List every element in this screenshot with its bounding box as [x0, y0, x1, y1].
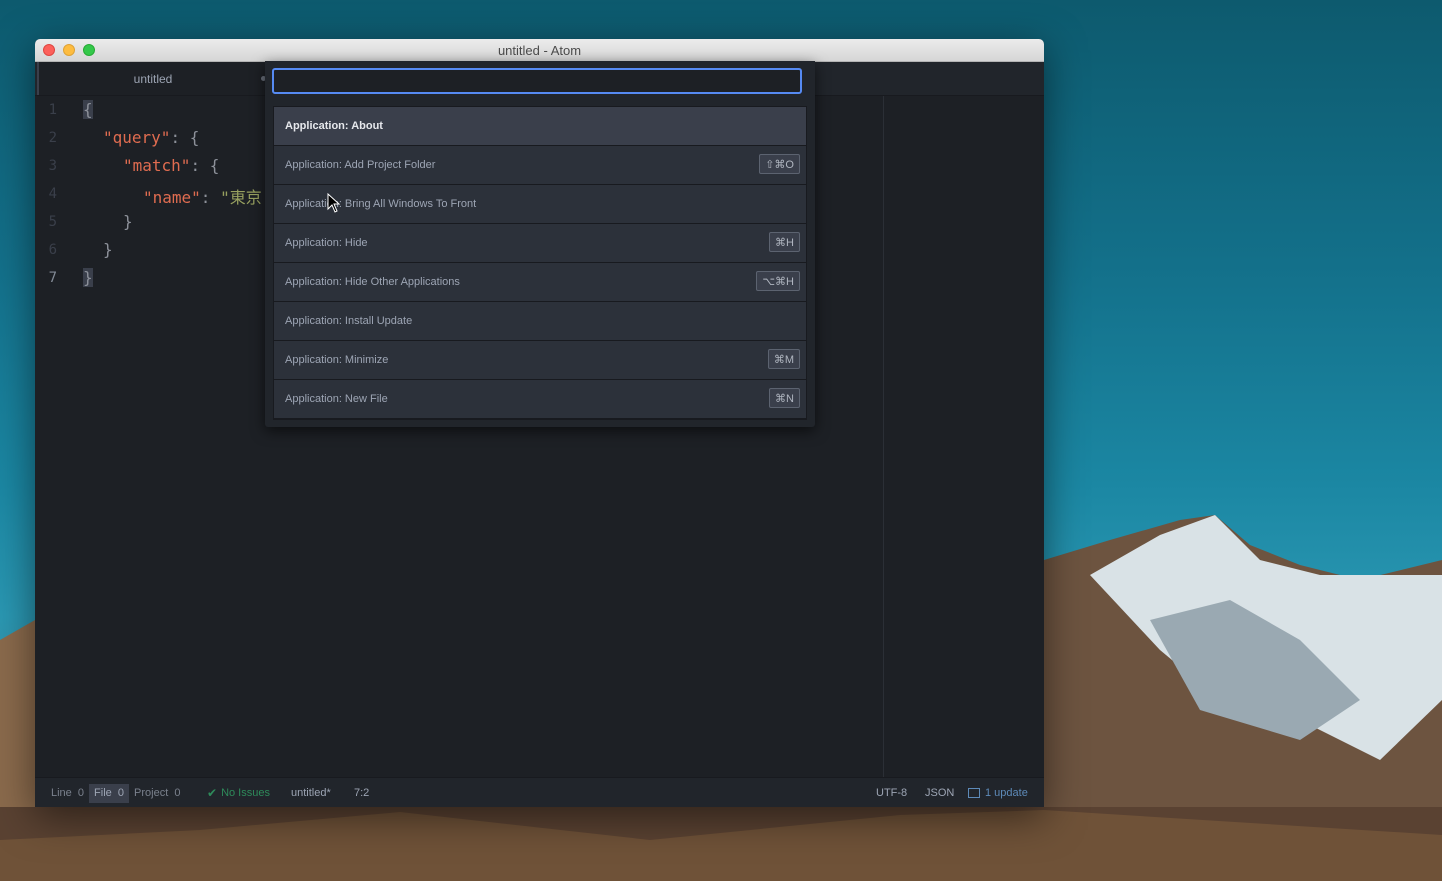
lint-status[interactable]: ✔ No Issues	[207, 778, 270, 807]
keybinding: ⌥⌘H	[756, 271, 800, 291]
line-number: 2	[48, 130, 57, 146]
code-line: }	[103, 240, 113, 259]
linter-counts: Line 0 File 0 Project 0	[46, 778, 186, 807]
line-number: 3	[48, 158, 57, 174]
project-count: 0	[174, 787, 181, 799]
command-label: Application: New File	[285, 393, 388, 405]
command-palette-search-input[interactable]	[272, 68, 802, 94]
json-key: "name"	[143, 188, 201, 207]
json-string: "東京	[220, 188, 262, 207]
linter-file-count[interactable]: File 0	[89, 783, 130, 803]
package-updates[interactable]: 1 update	[968, 778, 1028, 807]
punctuation: }	[103, 240, 113, 259]
json-key: "query"	[103, 128, 171, 147]
command-item[interactable]: Application: Install Update	[274, 302, 806, 341]
command-palette: Application: About Application: Add Proj…	[265, 61, 815, 427]
open-brace: {	[83, 100, 93, 119]
keybinding: ⌘M	[767, 349, 800, 369]
wrap-guide	[883, 96, 884, 777]
line-number: 5	[48, 214, 57, 230]
command-label: Application: Bring All Windows To Front	[285, 198, 477, 210]
zoom-window-button[interactable]	[83, 44, 95, 56]
line-number: 1	[48, 102, 57, 118]
title-bar[interactable]: untitled - Atom	[35, 39, 1044, 62]
keybinding: ⌘N	[769, 388, 800, 408]
tab-title: untitled	[133, 71, 173, 86]
mouse-pointer-icon	[327, 193, 341, 213]
cursor-position[interactable]: 7:2	[354, 778, 369, 807]
encoding[interactable]: UTF-8	[876, 778, 907, 807]
code-line: }	[83, 268, 93, 287]
file-count: 0	[117, 787, 125, 799]
command-label: Application: Install Update	[285, 315, 413, 327]
command-item[interactable]: Application: Bring All Windows To Front	[274, 185, 806, 224]
punctuation: : {	[190, 156, 220, 175]
close-window-button[interactable]	[43, 44, 55, 56]
command-item[interactable]: Application: Minimize ⌘M	[274, 341, 806, 380]
command-item[interactable]: Application: Add Project Folder ⇧⌘O	[274, 146, 806, 185]
status-bar: Line 0 File 0 Project 0 ✔ No Issues unti…	[35, 777, 1044, 807]
code-line: }	[123, 212, 133, 231]
json-key: "match"	[123, 156, 191, 175]
close-brace: }	[83, 268, 93, 287]
updates-text: 1 update	[985, 787, 1028, 799]
punctuation: :	[200, 188, 221, 207]
code-line: "query": {	[103, 128, 199, 147]
package-icon	[968, 788, 980, 798]
command-label: Application: Hide	[285, 237, 368, 249]
line-number: 6	[48, 242, 57, 258]
check-icon: ✔	[207, 786, 218, 800]
command-item[interactable]: Application: About	[274, 107, 806, 146]
command-label: Application: Add Project Folder	[285, 159, 436, 171]
command-item[interactable]: Application: Hide ⌘H	[274, 224, 806, 263]
keybinding: ⌘H	[769, 232, 800, 252]
command-item[interactable]: Application: New File ⌘N	[274, 380, 806, 419]
line-number: 4	[48, 186, 57, 202]
keybinding: ⇧⌘O	[759, 154, 800, 174]
code-line: {	[83, 100, 93, 119]
project-label: Project	[134, 787, 169, 799]
command-label: Application: Minimize	[285, 354, 389, 366]
code-line: "match": {	[123, 156, 219, 175]
command-list: Application: About Application: Add Proj…	[273, 106, 807, 420]
punctuation: : {	[170, 128, 200, 147]
traffic-lights	[43, 44, 95, 56]
tab-untitled[interactable]: untitled	[37, 62, 267, 95]
code-line: "name": "東京	[143, 184, 262, 208]
line-number-current: 7	[48, 270, 57, 286]
grammar[interactable]: JSON	[925, 778, 954, 807]
command-label: Application: Hide Other Applications	[285, 276, 460, 288]
line-count: 0	[77, 787, 85, 799]
window-title: untitled - Atom	[497, 42, 582, 58]
punctuation: }	[123, 212, 133, 231]
lint-status-text: No Issues	[221, 787, 270, 799]
linter-project-count[interactable]: Project 0	[129, 784, 186, 803]
file-label: File	[94, 787, 112, 799]
command-label: Application: About	[285, 120, 383, 132]
command-item[interactable]: Application: Hide Other Applications ⌥⌘H	[274, 263, 806, 302]
line-label: Line	[51, 787, 72, 799]
minimize-window-button[interactable]	[63, 44, 75, 56]
linter-line-count[interactable]: Line 0	[46, 784, 89, 803]
file-name[interactable]: untitled*	[291, 778, 331, 807]
